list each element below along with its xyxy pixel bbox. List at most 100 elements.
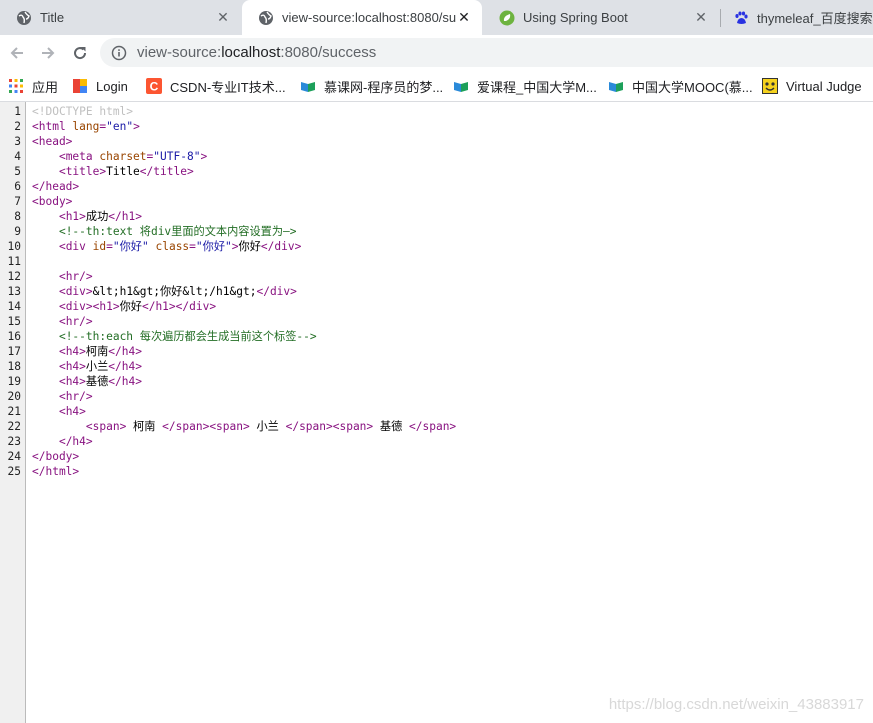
source-line: 22 <span> 柯南 </span><span> 小兰 </span><sp… [0, 419, 873, 434]
source-line: 15 <hr/> [0, 314, 873, 329]
bookmark-apps[interactable]: 应用 [8, 76, 58, 96]
address-url: view-source:localhost:8080/success [137, 44, 376, 61]
close-icon[interactable]: ✕ [215, 9, 231, 26]
line-code: </head> [32, 179, 79, 194]
line-number: 19 [7, 375, 21, 388]
code-token: 基德 [85, 375, 109, 388]
bookmark-login[interactable]: Login [72, 76, 128, 96]
code-token: <meta [58, 150, 100, 163]
code-token: 小兰 [249, 420, 286, 433]
bookmark-virtual-judge[interactable]: Virtual Judge [762, 76, 862, 96]
code-token: charset [99, 150, 147, 163]
code-token: <!DOCTYPE html> [32, 105, 134, 118]
tab-view-source[interactable]: view-source:localhost:8080/success ✕ [242, 0, 482, 35]
line-code: <div><h1>你好</h1></div> [32, 299, 216, 314]
book-icon [608, 78, 624, 94]
line-code: <hr/> [32, 314, 93, 329]
bookmark-csdn[interactable]: C CSDN-专业IT技术... [146, 76, 286, 96]
source-line: 25 </html> [0, 464, 873, 479]
baidu-paw-icon [733, 10, 749, 26]
code-token: </html> [32, 465, 80, 478]
login-icon [72, 78, 88, 94]
bookmark-label: 慕课网-程序员的梦... [324, 79, 444, 95]
line-code: <title>Title</title> [32, 164, 194, 179]
source-line: 18 <h4>小兰</h4> [0, 359, 873, 374]
line-number: 6 [14, 180, 21, 193]
code-token: > [133, 120, 140, 133]
code-token: </h4> [108, 360, 142, 373]
code-token: </h1> [108, 210, 142, 223]
url-path: :8080/success [280, 44, 377, 61]
line-number: 11 [7, 255, 21, 268]
line-number: 16 [7, 330, 21, 343]
code-token: </span><span> [162, 420, 250, 433]
line-code: <span> 柯南 </span><span> 小兰 </span><span>… [32, 419, 456, 434]
bookmark-label: 爱课程_中国大学M... [477, 79, 597, 95]
code-token: <!--th:each 每次遍历都会生成当前这个标签--> [58, 330, 317, 343]
csdn-icon: C [146, 78, 162, 94]
source-line: 4 <meta charset="UTF-8"> [0, 149, 873, 164]
source-line: 8 <h1>成功</h1> [0, 209, 873, 224]
source-line: 10 <div id="你好" class="你好">你好</div> [0, 239, 873, 254]
toolbar: view-source:localhost:8080/success [0, 35, 873, 70]
code-token: <h4> [58, 360, 86, 373]
line-code: <html lang="en"> [32, 119, 140, 134]
code-token: "你好" [112, 240, 149, 253]
line-code: <div id="你好" class="你好">你好</div> [32, 239, 301, 254]
source-line: 24 </body> [0, 449, 873, 464]
code-token: </span><span> [285, 420, 374, 433]
close-icon[interactable]: ✕ [693, 9, 709, 26]
line-number: 25 [7, 465, 21, 478]
code-token: </h4> [108, 345, 142, 358]
bookmark-mooc[interactable]: 中国大学MOOC(慕... [608, 76, 753, 96]
line-code: <h4>柯南</h4> [32, 344, 142, 359]
tab-baidu[interactable]: thymeleaf_百度搜索 [721, 0, 873, 35]
url-scheme: view-source: [137, 44, 222, 61]
code-token: </div> [256, 285, 297, 298]
code-token: 基德 [373, 420, 410, 433]
code-token: 柯南 [126, 420, 163, 433]
reload-button[interactable] [66, 39, 94, 67]
code-token: &lt;h1&gt;你好&lt;/h1&gt; [92, 285, 257, 298]
code-token: <title> [58, 165, 107, 178]
code-token: <h4> [58, 405, 86, 418]
code-token: </body> [32, 450, 80, 463]
close-icon[interactable]: ✕ [456, 9, 472, 26]
source-line: 11 [0, 254, 873, 269]
line-number: 18 [7, 360, 21, 373]
code-token: "en" [106, 120, 134, 133]
line-number: 22 [7, 420, 21, 433]
bookmark-imooc[interactable]: 慕课网-程序员的梦... [300, 76, 443, 96]
source-line: 3 <head> [0, 134, 873, 149]
source-line: 6 </head> [0, 179, 873, 194]
source-line: 9 <!--th:text 将div里面的文本内容设置为—> [0, 224, 873, 239]
code-token: </title> [139, 165, 194, 178]
address-bar[interactable]: view-source:localhost:8080/success [100, 38, 873, 67]
info-icon[interactable] [111, 45, 127, 61]
line-code: <h4>基德</h4> [32, 374, 142, 389]
code-token: lang [72, 120, 100, 133]
code-token: </head> [32, 180, 80, 193]
smiley-icon [762, 78, 778, 94]
source-line: 23 </h4> [0, 434, 873, 449]
line-number: 20 [7, 390, 21, 403]
tab-title[interactable]: Title ✕ [0, 0, 241, 35]
tab-strip: Title ✕ view-source:localhost:8080/succe… [0, 0, 873, 35]
forward-button[interactable] [34, 39, 62, 67]
reload-icon [74, 47, 87, 60]
code-token: <div><h1> [58, 300, 120, 313]
line-code: <meta charset="UTF-8"> [32, 149, 207, 164]
code-token: <h1> [58, 210, 86, 223]
line-number: 10 [7, 240, 21, 253]
back-button[interactable] [3, 39, 31, 67]
spring-icon [499, 10, 515, 26]
bookmark-icourses[interactable]: 爱课程_中国大学M... [453, 76, 597, 96]
line-code: <head> [32, 134, 72, 149]
tab-spring-boot[interactable]: Using Spring Boot ✕ [483, 0, 719, 35]
